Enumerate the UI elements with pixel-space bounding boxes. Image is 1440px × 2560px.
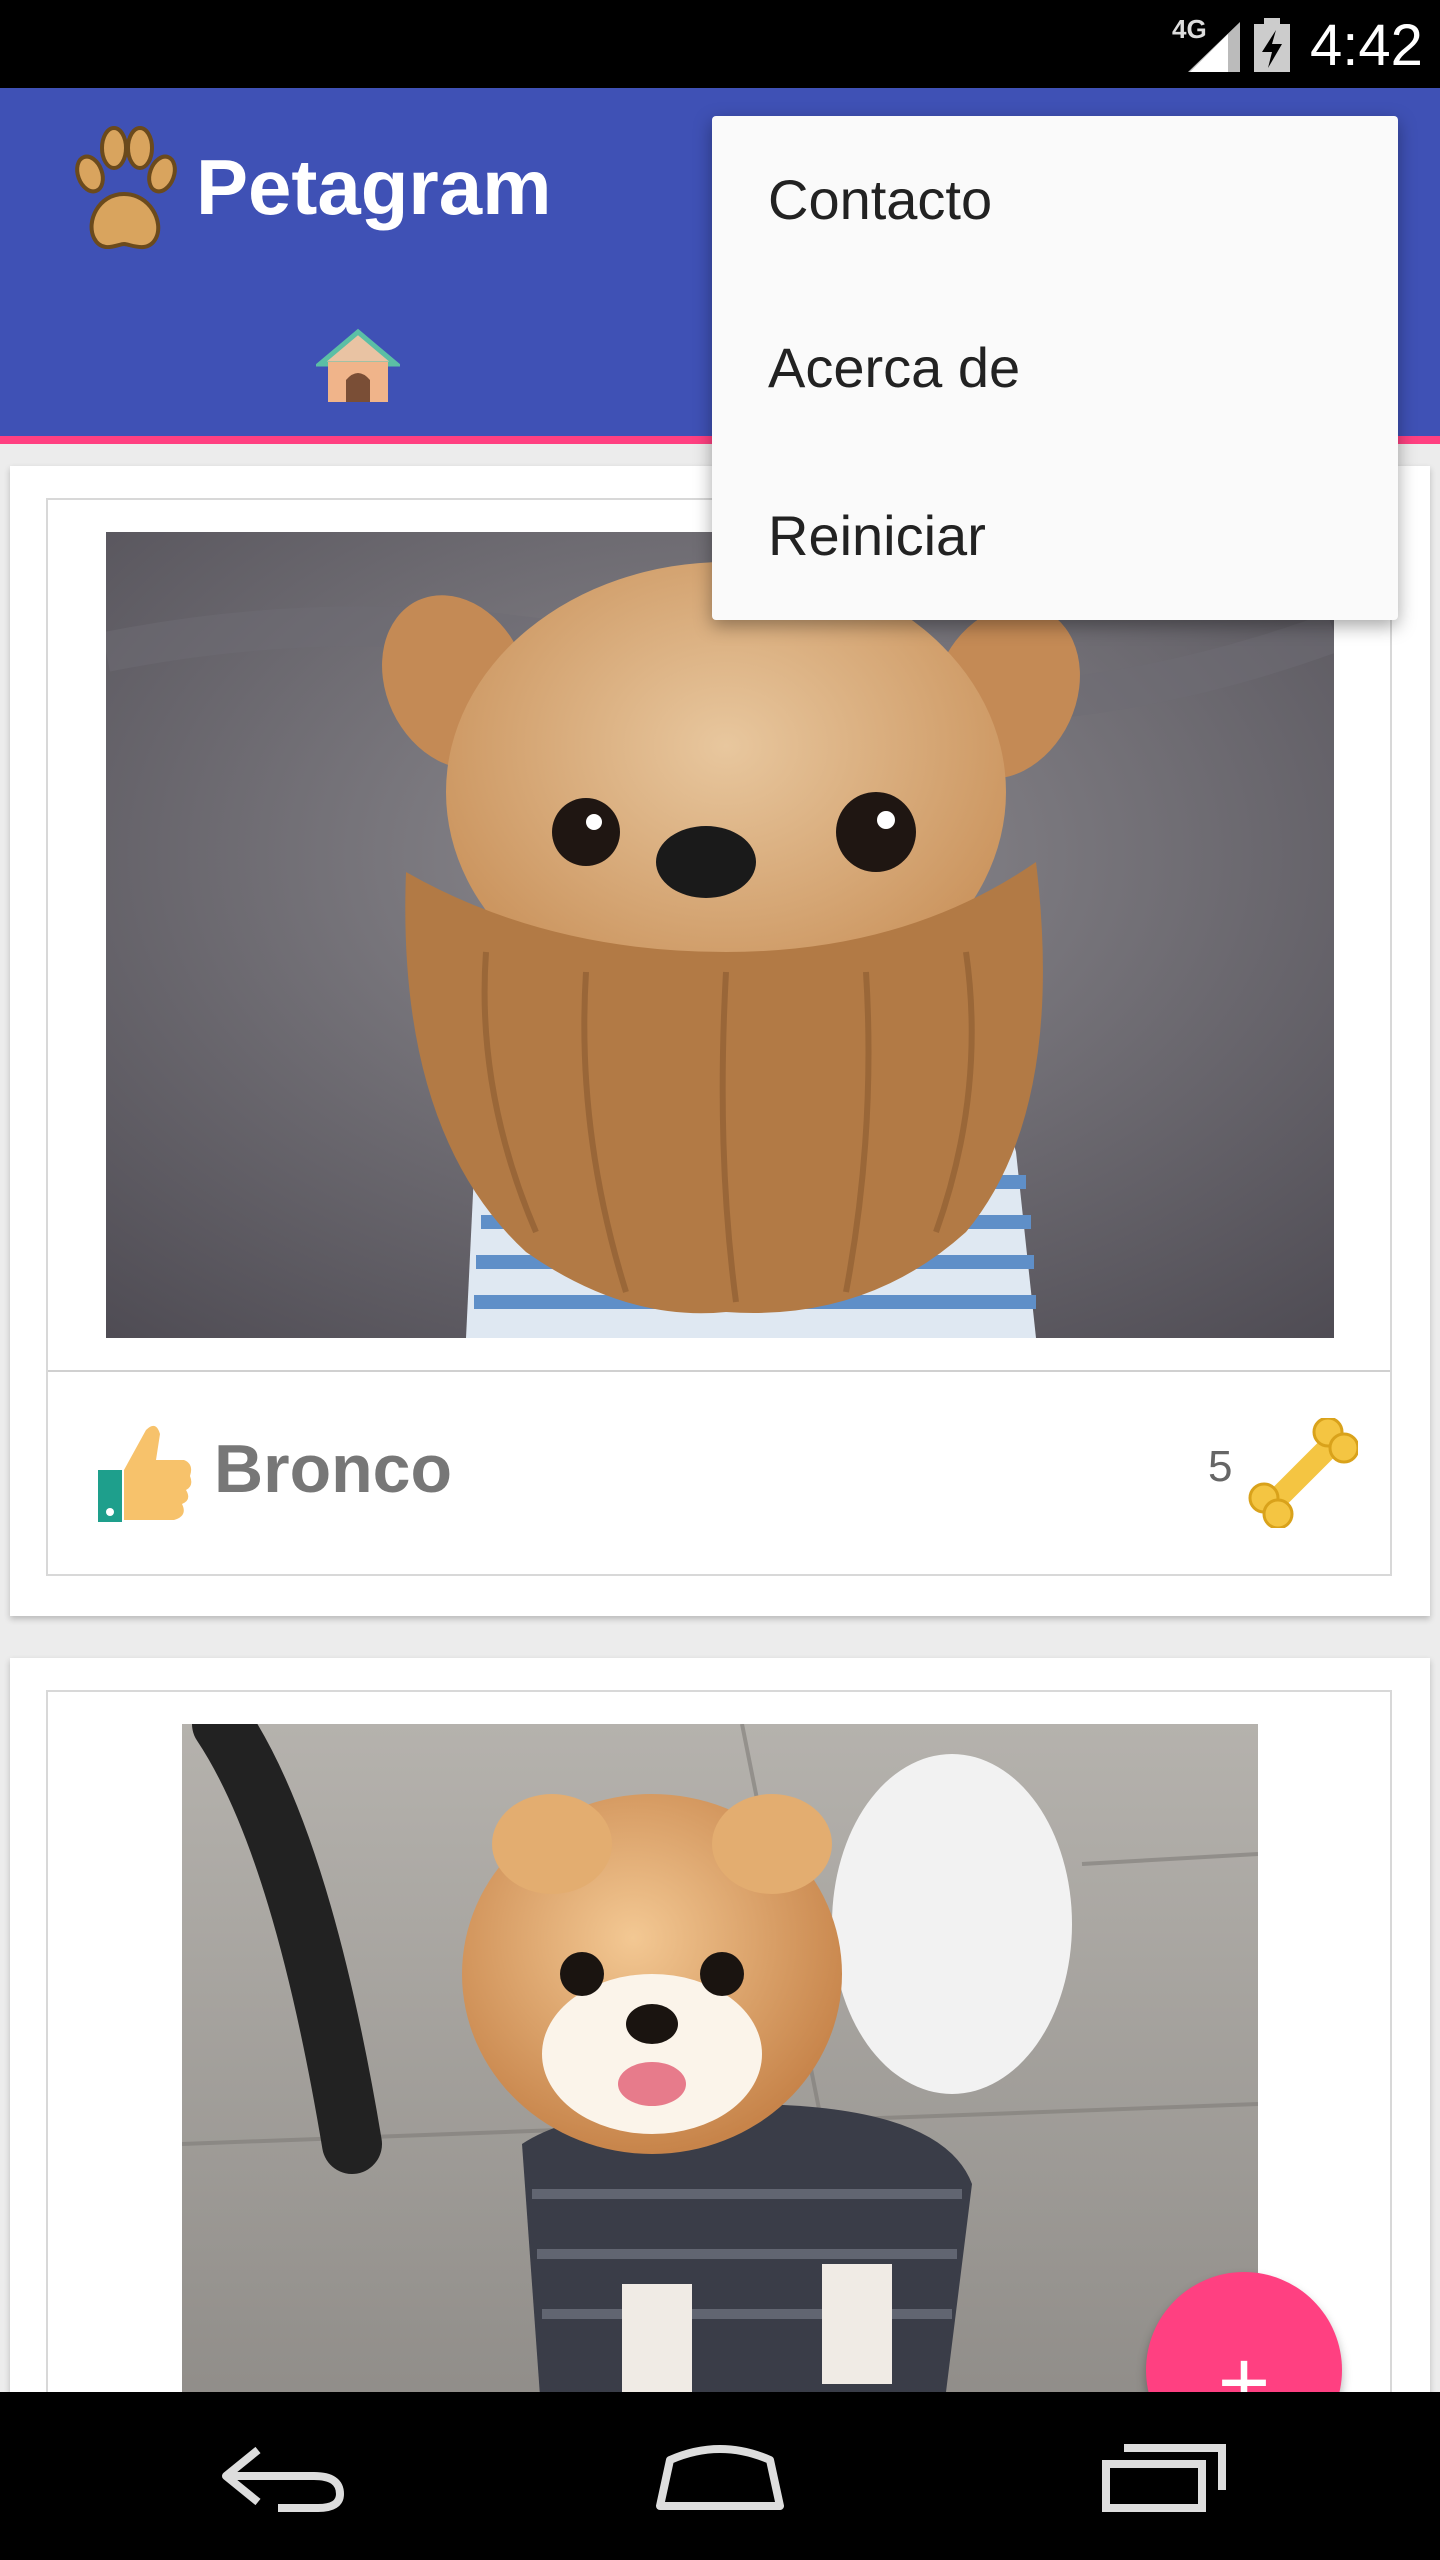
pet-photo (182, 1724, 1258, 2392)
menu-item-contacto[interactable]: Contacto (712, 116, 1398, 284)
menu-item-acerca-de[interactable]: Acerca de (712, 284, 1398, 452)
bone-icon (1248, 1418, 1358, 1528)
home-icon[interactable] (654, 2442, 786, 2512)
like-count: 5 (1208, 1442, 1233, 1491)
pet-name: Bronco (214, 1431, 452, 1507)
pet-card-inner: Bronco 5 (46, 498, 1392, 1576)
thumbs-up-icon[interactable] (94, 1420, 194, 1524)
overflow-menu: Contacto Acerca de Reiniciar (712, 116, 1398, 620)
signal-icon (1188, 22, 1240, 72)
card-divider (48, 1370, 1390, 1372)
recents-icon[interactable] (1102, 2442, 1226, 2512)
paw-icon (75, 126, 177, 249)
pet-card: Bronco 5 (10, 466, 1430, 1616)
home-tab-icon[interactable] (316, 328, 400, 404)
pet-photo (106, 532, 1334, 1338)
clock: 4:42 (1310, 13, 1423, 78)
status-bar: 4G 4:42 (0, 0, 1440, 88)
pet-list[interactable]: Bronco 5 (0, 444, 1440, 2392)
system-nav-bar (0, 2392, 1440, 2560)
menu-item-reiniciar[interactable]: Reiniciar (712, 452, 1398, 620)
app-title: Petagram (196, 143, 552, 231)
back-icon[interactable] (218, 2442, 348, 2512)
battery-charging-icon (1254, 18, 1290, 72)
